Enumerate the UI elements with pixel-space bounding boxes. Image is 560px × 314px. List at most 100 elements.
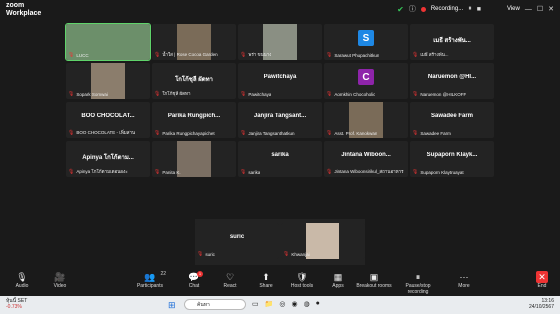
participant-video — [177, 141, 211, 177]
participant-tile[interactable]: 🎙 Khwanjai — [281, 223, 365, 259]
edge-icon[interactable]: ◎ — [279, 300, 285, 308]
taskbar-search[interactable]: ค้นหา — [184, 299, 246, 310]
participant-tile[interactable]: BOO CHOCOLAT... 🎙 BOO CHOCOLATE - เพิ่มสาน — [66, 102, 150, 138]
participant-tile[interactable]: 🎙 Asst. Prof. Kanokwan — [324, 102, 408, 138]
video-button[interactable]: 🎥 Video — [38, 271, 82, 289]
more-icon: ⋯ — [459, 272, 469, 282]
participant-name-label: 🎙 Janjira Tangsanthatkun — [240, 130, 295, 136]
participant-display-name: Janjira Tangsant... — [253, 113, 307, 119]
participant-tile[interactable]: Janjira Tangsant... 🎙 Janjira Tangsanthatk… — [238, 102, 322, 138]
muted-mic-icon: 🎙 — [412, 169, 419, 175]
participant-display-name: Parika Rungpich... — [167, 113, 221, 119]
participant-display-name: โกโก้ชุลี ผัดทา — [175, 77, 213, 83]
participant-tile[interactable]: Supaporn Klayk... 🎙 Supaporn Klaytruayat — [410, 141, 494, 177]
gallery-extra-row: suric 🎙 suric 🎙 Khwanjai — [195, 219, 365, 265]
participant-name-label: 🎙 เมธี สร้างพัน... — [412, 51, 449, 58]
stop-icon[interactable]: ■ — [477, 6, 481, 13]
participant-tile[interactable]: sarika 🎙 sarika — [238, 141, 322, 177]
chrome-icon[interactable]: ◉ — [291, 300, 297, 308]
line-icon[interactable]: ◍ — [304, 300, 310, 308]
gallery-grid: 🎙 LUCC 🎙 น้ำใส | Rose Cocoa Garden 🎙 พร่า ขนน… — [65, 23, 494, 217]
participant-tile[interactable]: S 🎙 Sarawut Phupachitkun — [324, 24, 408, 60]
participant-name-label: 🎙 Parika Rungpichayapichet — [154, 130, 215, 136]
participant-display-name: Apinya โกโก้ตาม... — [82, 155, 134, 161]
participants-button[interactable]: 👥 22 Participants — [128, 271, 172, 289]
security-shield-icon[interactable]: ✔ — [397, 5, 404, 14]
participant-tile[interactable]: โกโก้ชุลี ผัดทา 🎙 ใกโก้ชุลี ผัดทา — [152, 63, 236, 99]
participant-name-label: 🎙 Panita K. — [154, 169, 181, 175]
muted-mic-icon: 🎙 — [240, 130, 247, 136]
meeting-toolbar: 🎙 Audio 🎥 Video 👥 22 Participants 💬 1 Chat ♡ React ⬆… — [0, 268, 560, 296]
muted-mic-icon: 🎙 — [240, 51, 247, 58]
task-view-icon[interactable]: ▭ — [252, 300, 259, 308]
participant-tile[interactable]: Jintana Wiboon... 🎙 Jintana Wiboonsirikul_… — [324, 141, 408, 177]
muted-mic-icon: 🎙 — [154, 90, 161, 97]
muted-mic-icon: 🎙 — [154, 169, 161, 175]
pause-stop-recording-button[interactable]: ⏸ Pause/stop recording — [396, 271, 440, 295]
pause-stop-recording-icon: ⏸ — [415, 272, 421, 282]
muted-mic-icon: 🎙 — [326, 130, 333, 136]
participant-name-label: 🎙 Supaporn Klaytruayat — [412, 169, 464, 175]
participant-display-name: BOO CHOCOLAT... — [81, 113, 135, 119]
more-button[interactable]: ⋯ More — [442, 271, 486, 289]
view-button[interactable]: View — [507, 6, 520, 12]
end-button[interactable]: ✕ End — [520, 271, 560, 289]
muted-mic-icon: 🎙 — [412, 91, 419, 97]
recording-dot-icon — [420, 6, 426, 12]
participant-tile[interactable]: Naruemon @HI... 🎙 Naruemon @HILKOFF — [410, 63, 494, 99]
muted-mic-icon: 🎙 — [326, 52, 333, 58]
muted-mic-icon: 🎙 — [240, 169, 247, 175]
participant-tile[interactable]: C 🎙 Aomkhin Chocoholic — [324, 63, 408, 99]
participant-tile[interactable]: 🎙 LUCC — [65, 23, 151, 61]
video-icon: 🎥 — [54, 272, 66, 282]
muted-mic-icon: 🎙 — [68, 52, 75, 58]
participant-count: 22 — [160, 271, 166, 277]
close-icon[interactable]: ✕ — [548, 5, 554, 13]
participant-name-label: 🎙 sarika — [240, 169, 261, 175]
participant-tile[interactable]: เมธี สร้างพัน... 🎙 เมธี สร้างพัน... — [410, 24, 494, 60]
breakout-rooms-button[interactable]: ▣ Breakout rooms — [352, 271, 396, 289]
participant-display-name: Jintana Wiboon... — [341, 152, 391, 158]
windows-start-icon[interactable]: ⊞ — [168, 300, 176, 311]
taskbar-apps: ▭ 📁 ◎ ◉ ◍ ● — [252, 300, 320, 308]
participant-tile[interactable]: 🎙 น้ำใส | Rose Cocoa Garden — [152, 24, 236, 60]
participant-tile[interactable]: Pawitchaya 🎙 Pawitchaya — [238, 63, 322, 99]
participant-name-label: 🎙 Sopark Somwai — [68, 91, 108, 97]
participant-name-label: 🎙 Apinya โกโก้ตามเดอนองะ — [68, 168, 128, 175]
muted-mic-icon: 🎙 — [240, 91, 247, 97]
participant-display-name: Sawadee Farm — [430, 113, 474, 119]
participant-display-name: เมธี สร้างพัน... — [433, 38, 471, 44]
participant-display-name: sarika — [271, 152, 289, 158]
maximize-icon[interactable]: ☐ — [537, 5, 543, 13]
muted-mic-icon: 🎙 — [412, 130, 419, 136]
participant-tile[interactable]: 🎙 Sopark Somwai — [66, 63, 150, 99]
zoom-logo: zoom Workplace — [6, 2, 42, 17]
participant-tile[interactable]: 🎙 Panita K. — [152, 141, 236, 177]
folder-icon[interactable]: 📁 — [265, 300, 274, 308]
participant-name-label: 🎙 Jintana Wiboonsirikul_สถานอาหาร — [326, 168, 404, 175]
muted-mic-icon: 🎙 — [197, 251, 204, 257]
participant-tile[interactable]: 🎙 พร่า ขนนาง — [238, 24, 322, 60]
stock-widget[interactable]: หุ้นนี้ SET -0.73% — [6, 298, 27, 310]
end-icon: ✕ — [536, 271, 548, 283]
participant-tile[interactable]: Parika Rungpich... 🎙 Parika Rungpichayapic… — [152, 102, 236, 138]
minimize-icon[interactable]: — — [525, 6, 532, 13]
windows-taskbar: หุ้นนี้ SET -0.73% ⊞ ค้นหา ▭ 📁 ◎ ◉ ◍ ● 1… — [0, 296, 560, 314]
title-bar: zoom Workplace ✔ ⓘ Recording... ⏸ ■ View… — [0, 0, 560, 20]
info-icon[interactable]: ⓘ — [409, 4, 416, 14]
participant-name-label: 🎙 Asst. Prof. Kanokwan — [326, 130, 378, 136]
zoom-app-icon[interactable]: ● — [316, 300, 320, 308]
participant-avatar: S — [358, 30, 374, 46]
participant-tile[interactable]: suric 🎙 suric — [195, 223, 279, 259]
participant-name-label: 🎙 BOO CHOCOLATE - เพิ่มสาน — [68, 129, 136, 136]
recording-status[interactable]: Recording... — [431, 6, 463, 12]
muted-mic-icon: 🎙 — [68, 168, 75, 175]
muted-mic-icon: 🎙 — [68, 91, 75, 97]
participant-display-name: Naruemon @HI... — [427, 74, 477, 80]
pause-icon[interactable]: ⏸ — [468, 5, 472, 13]
participant-name-label: 🎙 ใกโก้ชุลี ผัดทา — [154, 90, 191, 97]
participant-tile[interactable]: Sawadee Farm 🎙 Sawadee Farm — [410, 102, 494, 138]
participant-name-label: 🎙 LUCC — [68, 52, 89, 58]
participant-tile[interactable]: Apinya โกโก้ตาม... 🎙 Apinya โกโก้ตามเดอนอง… — [66, 141, 150, 177]
taskbar-clock[interactable]: 13:16 24/10/2567 — [529, 298, 554, 310]
